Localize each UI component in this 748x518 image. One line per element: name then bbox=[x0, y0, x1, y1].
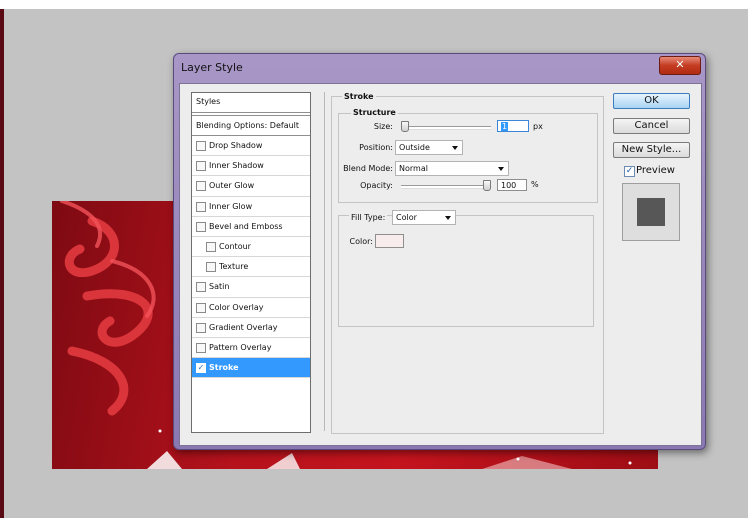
color-swatch[interactable] bbox=[375, 234, 404, 248]
opacity-unit: % bbox=[531, 180, 539, 189]
style-item-pattern-overlay[interactable]: Pattern Overlay bbox=[192, 338, 310, 359]
size-slider-thumb[interactable] bbox=[401, 121, 409, 132]
chevron-down-icon bbox=[445, 216, 451, 220]
divider bbox=[324, 92, 325, 431]
style-checkbox[interactable] bbox=[196, 342, 206, 353]
style-checkbox[interactable] bbox=[196, 161, 206, 172]
fill-type-group: Fill Type: Color Color: bbox=[338, 210, 594, 327]
close-button[interactable]: ✕ bbox=[659, 56, 701, 75]
fill-type-label: Fill Type: bbox=[349, 213, 388, 222]
style-item-label: Bevel and Emboss bbox=[209, 221, 283, 231]
style-item-label: Color Overlay bbox=[209, 302, 264, 312]
style-item-texture[interactable]: Texture bbox=[192, 257, 310, 278]
size-input[interactable]: 1 bbox=[497, 120, 529, 132]
opacity-input[interactable]: 100 bbox=[497, 179, 527, 191]
style-item-label: Satin bbox=[209, 282, 230, 292]
fill-type-select[interactable]: Color bbox=[392, 210, 456, 225]
style-item-drop-shadow[interactable]: Drop Shadow bbox=[192, 136, 310, 157]
stroke-panel: Stroke Structure Size: 1 px Position: Ou… bbox=[331, 92, 604, 434]
style-checkbox[interactable] bbox=[196, 141, 206, 151]
chevron-down-icon bbox=[498, 167, 504, 171]
layer-style-dialog: Layer Style ✕ Styles Blending Options: D… bbox=[173, 53, 706, 450]
preview-swatch bbox=[637, 198, 665, 226]
opacity-slider[interactable] bbox=[401, 185, 491, 189]
dialog-body: Styles Blending Options: Default Drop Sh… bbox=[179, 83, 702, 446]
top-band bbox=[0, 0, 748, 9]
color-label: Color: bbox=[349, 237, 373, 246]
preview-checkbox[interactable]: ✓ bbox=[624, 166, 635, 177]
style-item-gradient-overlay[interactable]: Gradient Overlay bbox=[192, 318, 310, 338]
style-item-label: Drop Shadow bbox=[209, 141, 263, 150]
style-item-label: Stroke bbox=[209, 363, 239, 373]
blending-options-item[interactable]: Blending Options: Default bbox=[192, 115, 310, 136]
style-item-inner-shadow[interactable]: Inner Shadow bbox=[192, 156, 310, 177]
style-checkbox[interactable] bbox=[196, 282, 206, 293]
style-checkbox[interactable] bbox=[196, 181, 206, 192]
chevron-down-icon bbox=[452, 146, 458, 150]
style-item-satin[interactable]: Satin bbox=[192, 277, 310, 298]
style-checkbox[interactable] bbox=[196, 322, 206, 333]
size-unit: px bbox=[533, 122, 543, 131]
structure-group: Structure Size: 1 px Position: Outside B… bbox=[338, 108, 598, 203]
position-label: Position: bbox=[359, 143, 393, 152]
style-item-label: Texture bbox=[219, 262, 249, 272]
structure-title: Structure bbox=[351, 108, 398, 117]
style-checkbox[interactable] bbox=[196, 201, 206, 212]
size-label: Size: bbox=[373, 122, 393, 131]
style-item-outer-glow[interactable]: Outer Glow bbox=[192, 176, 310, 197]
opacity-label: Opacity: bbox=[360, 181, 393, 190]
style-item-stroke[interactable]: ✓ Stroke bbox=[192, 358, 310, 379]
style-items: Drop Shadow Inner Shadow Outer Glow Inner G… bbox=[192, 136, 310, 379]
style-item-label: Contour bbox=[219, 241, 251, 251]
style-item-label: Pattern Overlay bbox=[209, 342, 272, 352]
blend-mode-select[interactable]: Normal bbox=[395, 161, 509, 176]
position-select[interactable]: Outside bbox=[395, 140, 463, 155]
style-item-contour[interactable]: Contour bbox=[192, 237, 310, 258]
new-style-button[interactable]: New Style... bbox=[613, 142, 690, 158]
style-item-label: Inner Shadow bbox=[209, 161, 264, 171]
title-bar[interactable]: Layer Style ✕ bbox=[174, 54, 705, 82]
style-checkbox[interactable] bbox=[206, 241, 216, 252]
style-item-label: Outer Glow bbox=[209, 181, 255, 191]
style-item-inner-glow[interactable]: Inner Glow bbox=[192, 197, 310, 217]
stroke-section-title: Stroke bbox=[342, 92, 376, 101]
styles-header[interactable]: Styles bbox=[192, 93, 310, 113]
preview-label: Preview bbox=[636, 165, 675, 176]
preview-thumbnail bbox=[622, 183, 680, 241]
blend-mode-label: Blend Mode: bbox=[343, 164, 393, 173]
close-icon: ✕ bbox=[675, 58, 685, 71]
left-edge-strip bbox=[0, 9, 4, 518]
style-item-label: Gradient Overlay bbox=[209, 322, 278, 332]
style-item-label: Inner Glow bbox=[209, 201, 253, 211]
style-item-bevel-and-emboss[interactable]: Bevel and Emboss bbox=[192, 217, 310, 237]
style-checkbox[interactable] bbox=[196, 221, 206, 232]
style-checkbox[interactable] bbox=[196, 302, 206, 313]
opacity-slider-thumb[interactable] bbox=[483, 180, 491, 191]
dialog-title: Layer Style bbox=[181, 61, 243, 74]
ok-button[interactable]: OK bbox=[613, 93, 690, 109]
style-checkbox[interactable] bbox=[206, 262, 216, 273]
cancel-button[interactable]: Cancel bbox=[613, 118, 690, 134]
styles-list: Styles Blending Options: Default Drop Sh… bbox=[191, 92, 311, 433]
style-item-color-overlay[interactable]: Color Overlay bbox=[192, 298, 310, 318]
size-slider[interactable] bbox=[401, 126, 491, 130]
style-checkbox[interactable]: ✓ bbox=[196, 363, 206, 374]
